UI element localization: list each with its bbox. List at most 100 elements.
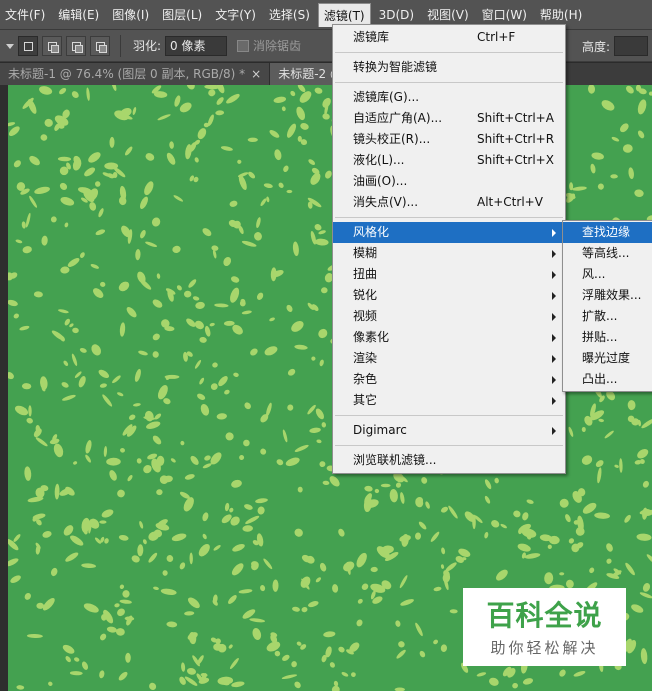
tool-preset-picker[interactable] — [4, 36, 14, 56]
menu-type[interactable]: 文字(Y) — [210, 3, 261, 27]
texture-blob — [187, 597, 200, 609]
menu-window[interactable]: 窗口(W) — [477, 3, 532, 27]
texture-blob — [63, 525, 74, 536]
close-icon[interactable]: × — [251, 67, 261, 81]
texture-blob — [251, 562, 259, 571]
submenu-item-tiles[interactable]: 拼贴... — [563, 327, 652, 348]
texture-blob — [60, 197, 75, 206]
filter-menu: 滤镜库 Ctrl+F 转换为智能滤镜 滤镜库(G)... 自适应广角(A)... S… — [332, 24, 566, 474]
new-selection-button[interactable] — [18, 35, 38, 56]
menu-item-lens-correction[interactable]: 镜头校正(R)... Shift+Ctrl+R — [333, 129, 565, 150]
antialias-checkbox[interactable] — [237, 39, 250, 52]
menu-select[interactable]: 选择(S) — [264, 3, 315, 27]
texture-blob — [299, 91, 312, 103]
texture-blob — [120, 447, 125, 453]
menu-item-shortcut: Shift+Ctrl+R — [477, 132, 555, 146]
submenu-item-extrude[interactable]: 凸出... — [563, 369, 652, 390]
stylize-submenu: 查找边缘 等高线... 风... 浮雕效果... 扩散... 拼贴... 曝光过… — [562, 220, 652, 392]
submenu-item-diffuse[interactable]: 扩散... — [563, 306, 652, 327]
texture-blob — [70, 535, 84, 546]
menu-item-digimarc[interactable]: Digimarc — [333, 420, 565, 441]
texture-blob — [238, 589, 253, 594]
texture-blob — [80, 252, 85, 258]
menu-view[interactable]: 视图(V) — [422, 3, 474, 27]
texture-blob — [98, 208, 104, 218]
menu-item-oil-paint[interactable]: 油画(O)... — [333, 171, 565, 192]
texture-blob — [421, 477, 428, 484]
menu-filter[interactable]: 滤镜(T) — [317, 2, 371, 27]
texture-blob — [50, 216, 57, 223]
intersect-selection-button[interactable] — [90, 35, 110, 56]
texture-blob — [180, 440, 185, 446]
menu-item-noise[interactable]: 杂色 — [333, 369, 565, 390]
texture-blob — [104, 538, 109, 544]
menu-item-render[interactable]: 渲染 — [333, 348, 565, 369]
menu-item-filter-gallery[interactable]: 滤镜库(G)... — [333, 87, 565, 108]
menu-item-adaptive-wide-angle[interactable]: 自适应广角(A)... Shift+Ctrl+A — [333, 108, 565, 129]
document-tab-1[interactable]: 未标题-1 @ 76.4% (图层 0 副本, RGB/8) * × — [0, 63, 271, 85]
submenu-item-find-edges[interactable]: 查找边缘 — [563, 222, 652, 243]
texture-blob — [119, 599, 132, 604]
add-selection-button[interactable] — [42, 35, 62, 56]
menu-3d[interactable]: 3D(D) — [374, 3, 419, 27]
menu-item-blur[interactable]: 模糊 — [333, 243, 565, 264]
submenu-item-trace-contour[interactable]: 等高线... — [563, 243, 652, 264]
menu-image[interactable]: 图像(I) — [107, 3, 154, 27]
submenu-item-emboss[interactable]: 浮雕效果... — [563, 285, 652, 306]
menu-file[interactable]: 文件(F) — [0, 3, 50, 27]
feather-input[interactable]: 0 像素 — [165, 35, 228, 56]
texture-blob — [184, 611, 195, 616]
menu-layer[interactable]: 图层(L) — [157, 3, 207, 27]
texture-blob — [601, 100, 615, 111]
texture-blob — [156, 273, 161, 279]
texture-blob — [294, 681, 301, 689]
texture-blob — [491, 520, 500, 528]
menu-item-other[interactable]: 其它 — [333, 390, 565, 411]
texture-blob — [400, 599, 414, 606]
texture-blob — [100, 281, 106, 287]
texture-blob — [16, 685, 25, 690]
menu-item-distort[interactable]: 扭曲 — [333, 264, 565, 285]
texture-blob — [8, 558, 19, 567]
texture-blob — [33, 291, 43, 298]
texture-blob — [34, 186, 50, 195]
texture-blob — [197, 393, 206, 400]
texture-blob — [126, 307, 137, 318]
texture-blob — [301, 606, 308, 613]
menu-item-sharpen[interactable]: 锐化 — [333, 285, 565, 306]
texture-blob — [44, 118, 53, 127]
menu-item-liquify[interactable]: 液化(L)... Shift+Ctrl+X — [333, 150, 565, 171]
menu-item-video[interactable]: 视频 — [333, 306, 565, 327]
submenu-arrow-icon — [552, 376, 556, 384]
texture-blob — [250, 348, 258, 356]
texture-blob — [637, 99, 647, 115]
menu-item-filter-gallery-last[interactable]: 滤镜库 Ctrl+F — [333, 27, 565, 48]
texture-blob — [26, 633, 43, 639]
submenu-item-solarize[interactable]: 曝光过度 — [563, 348, 652, 369]
texture-blob — [153, 586, 159, 591]
texture-blob — [25, 212, 31, 228]
texture-blob — [142, 539, 147, 545]
texture-blob — [526, 499, 534, 504]
texture-blob — [282, 429, 288, 443]
menu-item-pixelate[interactable]: 像素化 — [333, 327, 565, 348]
texture-blob — [71, 353, 78, 366]
submenu-item-wind[interactable]: 风... — [563, 264, 652, 285]
texture-blob — [109, 136, 115, 148]
height-input[interactable] — [614, 36, 648, 56]
menu-item-label: 自适应广角(A)... — [353, 111, 443, 125]
texture-blob — [204, 85, 220, 90]
menu-item-vanishing-point[interactable]: 消失点(V)... Alt+Ctrl+V — [333, 192, 565, 213]
texture-blob — [636, 533, 652, 541]
texture-blob — [14, 405, 29, 416]
menu-help[interactable]: 帮助(H) — [535, 3, 587, 27]
texture-blob — [59, 182, 68, 190]
menu-item-stylize[interactable]: 风格化 — [333, 222, 565, 243]
texture-blob — [152, 333, 160, 341]
menu-item-browse-online-filters[interactable]: 浏览联机滤镜... — [333, 450, 565, 471]
menu-item-convert-smart-filter[interactable]: 转换为智能滤镜 — [333, 57, 565, 78]
subtract-selection-button[interactable] — [66, 35, 86, 56]
menu-edit[interactable]: 编辑(E) — [53, 3, 104, 27]
texture-blob — [83, 603, 99, 613]
texture-blob — [213, 545, 221, 551]
